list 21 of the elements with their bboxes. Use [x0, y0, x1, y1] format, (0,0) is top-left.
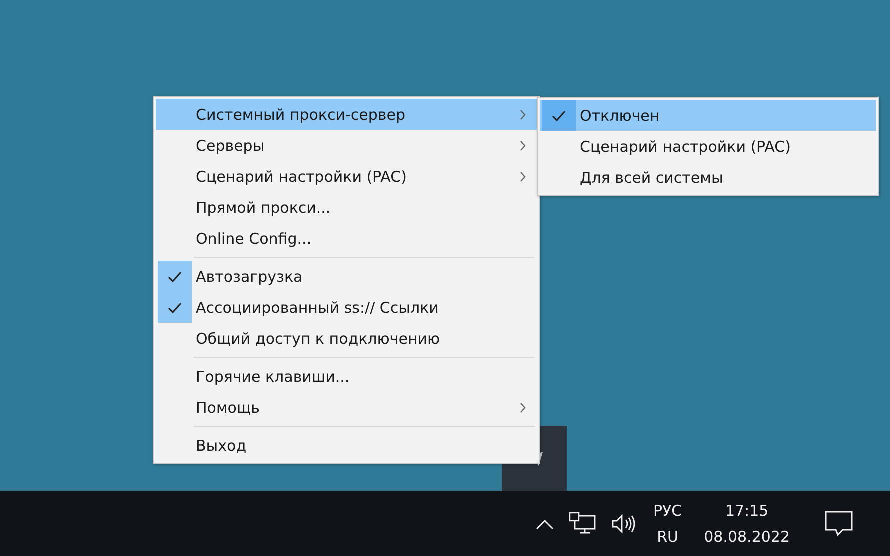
menu-item[interactable]: Сценарий настройки (PAC) — [540, 131, 876, 162]
menu-item[interactable]: Выход — [156, 430, 537, 461]
menu-item[interactable]: Автозагрузка — [156, 261, 537, 292]
menu-item[interactable]: Online Config... — [156, 223, 537, 254]
menu-item[interactable]: Серверы — [156, 130, 537, 161]
network-icon[interactable] — [569, 512, 598, 536]
menu-item[interactable]: Помощь — [156, 392, 537, 423]
language-indicator[interactable]: РУС — [653, 502, 682, 520]
menu-item[interactable]: Горячие клавиши... — [156, 361, 537, 392]
menu-item[interactable]: Общий доступ к подключению — [156, 323, 537, 354]
menu-item[interactable]: Отключен — [540, 100, 876, 131]
menu-item[interactable]: Для всей системы — [540, 162, 876, 193]
layout-indicator[interactable]: RU — [657, 528, 678, 546]
clock-date[interactable]: 08.08.2022 — [704, 528, 790, 546]
chevron-up-icon[interactable] — [535, 518, 556, 530]
menu-item[interactable]: Системный прокси-сервер — [156, 99, 537, 130]
notification-icon[interactable] — [824, 510, 854, 538]
menu-item[interactable]: Сценарий настройки (PAC) — [156, 161, 537, 192]
clock-time[interactable]: 17:15 — [725, 502, 769, 520]
menu-item[interactable]: Ассоциированный ss:// Ссылки — [156, 292, 537, 323]
menu-item[interactable]: Прямой прокси... — [156, 192, 537, 223]
